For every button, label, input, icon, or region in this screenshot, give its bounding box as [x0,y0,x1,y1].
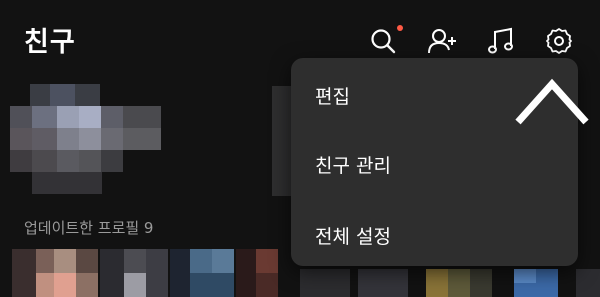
search-icon[interactable] [368,26,398,56]
settings-icon[interactable] [544,26,574,56]
menu-item-manage-friends[interactable]: 친구 관리 [315,151,391,178]
menu-item-edit[interactable]: 편집 [315,82,350,109]
menu-item-all-settings[interactable]: 전체 설정 [315,222,391,249]
page-title: 친구 [24,27,76,58]
my-profile-image[interactable] [5,84,165,196]
chevron-up-icon [512,74,592,128]
music-icon[interactable] [486,26,516,56]
notification-dot [397,25,403,31]
add-friend-icon[interactable] [427,26,457,56]
updated-profiles-label: 업데이트한 프로필 9 [24,219,154,237]
